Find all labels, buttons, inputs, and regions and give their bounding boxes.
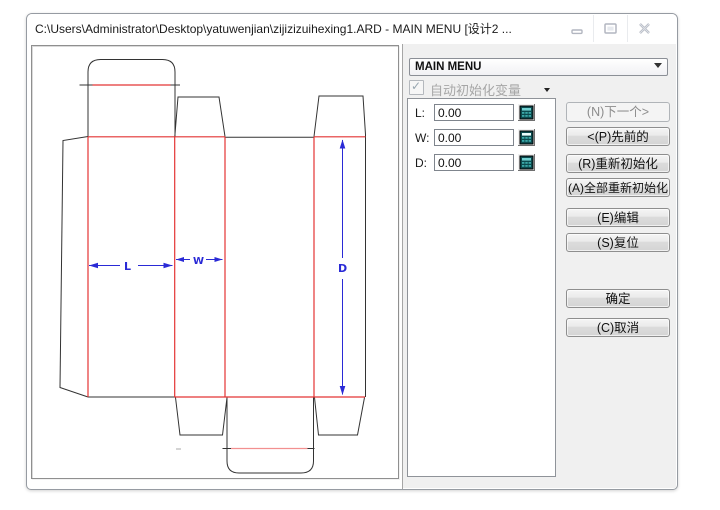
caption-buttons (560, 15, 661, 42)
variable-label: W: (415, 131, 429, 145)
arrowhead (164, 263, 173, 269)
menu-dropdown-value: MAIN MENU (415, 61, 481, 73)
minimize-button[interactable] (560, 15, 593, 42)
menu-panel: MAIN MENU 自动初始化变量 L: (403, 44, 676, 488)
maximize-button[interactable] (593, 15, 627, 42)
previous-button[interactable]: <(P)先前的 (566, 127, 670, 146)
top-dust-flap-left (175, 97, 225, 137)
glue-flap (60, 137, 88, 398)
top-tuck-flap (88, 60, 175, 137)
menu-dropdown[interactable]: MAIN MENU (409, 58, 668, 76)
chevron-down-icon (654, 63, 662, 68)
calculator-button[interactable] (518, 154, 535, 171)
bottom-dust-flap-right (315, 398, 365, 436)
arrowhead (89, 263, 98, 269)
dim-label-depth: D (338, 262, 347, 275)
tiny-dropdown-icon[interactable] (544, 88, 550, 92)
reset-button[interactable]: (S)复位 (566, 233, 670, 252)
window-title: C:\Users\Administrator\Desktop\yatuwenji… (35, 14, 512, 44)
variable-row-L: L: (408, 104, 555, 121)
next-button[interactable]: (N)下一个> (566, 102, 670, 122)
close-icon (637, 22, 652, 35)
bottom-dust-flap-left (176, 398, 228, 436)
close-button[interactable] (627, 15, 661, 42)
variable-row-W: W: (408, 129, 555, 146)
edit-button[interactable]: (E)编辑 (566, 208, 670, 227)
length-field[interactable] (434, 104, 514, 121)
dieline-drawing: L W D (32, 46, 398, 478)
variable-label: L: (415, 106, 425, 120)
width-field[interactable] (434, 129, 514, 146)
dim-label-width: W (193, 256, 204, 267)
minimize-icon (570, 23, 584, 35)
cut-lines (60, 60, 366, 474)
auto-init-label: 自动初始化变量 (430, 80, 521, 99)
bottom-tuck-flap (227, 398, 314, 474)
depth-field[interactable] (434, 154, 514, 171)
variables-listbox: L: W: (407, 98, 556, 477)
title-bar[interactable]: C:\Users\Administrator\Desktop\yatuwenji… (27, 14, 677, 44)
dim-label-length: L (124, 260, 131, 273)
arrowhead (340, 386, 346, 395)
variable-label: D: (415, 156, 427, 170)
calculator-icon (518, 129, 535, 146)
design-canvas[interactable]: L W D (31, 45, 399, 479)
top-dust-flap-right (314, 96, 366, 137)
arrowhead (215, 257, 223, 262)
calculator-button[interactable] (518, 129, 535, 146)
cancel-button[interactable]: (C)取消 (566, 318, 670, 337)
calculator-icon (518, 154, 535, 171)
application-window: C:\Users\Administrator\Desktop\yatuwenji… (26, 13, 678, 490)
restore-icon (603, 22, 618, 35)
auto-init-checkbox[interactable] (409, 80, 424, 95)
reinitialize-all-button[interactable]: (A)全部重新初始化 (566, 178, 670, 197)
ok-button[interactable]: 确定 (566, 289, 670, 308)
arrowhead (176, 257, 184, 262)
arrowhead (340, 140, 346, 149)
variable-row-D: D: (408, 154, 555, 171)
calculator-button[interactable] (518, 104, 535, 121)
reinitialize-button[interactable]: (R)重新初始化 (566, 154, 670, 173)
calculator-icon (518, 104, 535, 121)
